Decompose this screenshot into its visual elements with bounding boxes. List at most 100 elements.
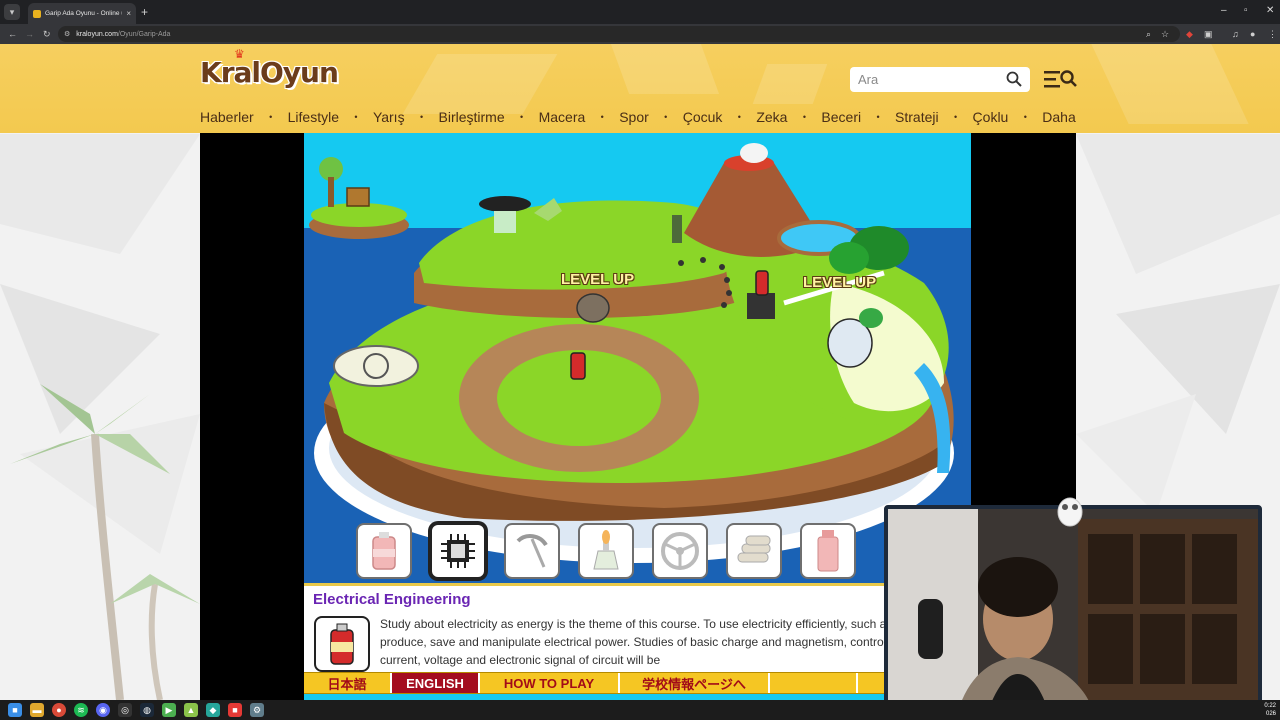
zoom-icon[interactable]: ⌕ (1146, 28, 1151, 40)
os-taskbar: ■ ▬ ● ≋ ◉ ◎ ◍ ▶ ▲ ◆ ■ ⚙ 0:22 026 (0, 700, 1280, 720)
school-info-button[interactable]: 学校情報ページへ (620, 673, 770, 693)
steam-alt-icon[interactable]: ◍ (140, 703, 154, 717)
nav-item-8[interactable]: Beceri (821, 109, 861, 125)
screen: ▾ Garip Ada Oyunu - Online ücre × + – ▫ … (0, 0, 1280, 720)
profile-icon[interactable]: ● (1250, 28, 1255, 40)
new-tab-button[interactable]: + (141, 5, 148, 19)
nav-separator: • (419, 112, 424, 122)
app-green-icon[interactable]: ▲ (184, 703, 198, 717)
forward-icon[interactable]: → (25, 27, 34, 41)
search-input[interactable] (858, 72, 998, 87)
extension-red-icon[interactable]: ◆ (1186, 28, 1193, 40)
webcam-feed (888, 509, 1258, 711)
nav-item-5[interactable]: Spor (619, 109, 649, 125)
steering-wheel-item[interactable] (652, 523, 708, 579)
course-title: Electrical Engineering (313, 591, 471, 608)
webcam-overlay (884, 505, 1262, 715)
bookmark-star-icon[interactable]: ☆ (1161, 28, 1169, 40)
restore-icon[interactable]: ▫ (1244, 4, 1248, 18)
flask-item[interactable] (578, 523, 634, 579)
nav-item-1[interactable]: Lifestyle (288, 109, 339, 125)
level-up-label-1: LEVEL UP (561, 271, 635, 288)
system-clock: 0:22 026 (1264, 702, 1276, 718)
nav-item-10[interactable]: Çoklu (973, 109, 1009, 125)
discord-icon[interactable]: ◉ (96, 703, 110, 717)
logs-icon (737, 535, 771, 563)
nav-separator: • (664, 112, 668, 122)
minimize-icon[interactable]: – (1221, 4, 1227, 18)
game-canvas[interactable]: LEVEL UP LEVEL UP Electrical Engineering… (304, 133, 971, 700)
nav-item-7[interactable]: Zeka (756, 109, 787, 125)
search-box[interactable] (850, 67, 1030, 92)
flask-icon (593, 530, 619, 570)
url-text: kraloyun.com/Oyun/Garip-Ada (76, 31, 170, 38)
nav-separator: • (954, 112, 958, 122)
menu-search-icon[interactable] (1044, 69, 1078, 89)
course-info-panel: Electrical Engineering Study about elect… (304, 583, 971, 672)
pickaxe-item[interactable] (504, 523, 560, 579)
chip-icon (441, 534, 475, 568)
reload-icon[interactable]: ↻ (43, 27, 51, 41)
chrome-icon[interactable]: ● (52, 703, 66, 717)
pickaxe-icon (516, 534, 548, 568)
url-bar[interactable]: ⚙ kraloyun.com/Oyun/Garip-Ada (58, 26, 1180, 42)
canister-item[interactable] (800, 523, 856, 579)
start-icon[interactable]: ■ (8, 703, 22, 717)
logo-text: KralOyun (200, 56, 339, 89)
browser-tab[interactable]: Garip Ada Oyunu - Online ücre × (28, 3, 136, 24)
nav-item-2[interactable]: Yarış (373, 109, 405, 125)
nav-item-6[interactable]: Çocuk (683, 109, 723, 125)
tab-title: Garip Ada Oyunu - Online ücre (45, 10, 122, 17)
tab-close-icon[interactable]: × (126, 9, 131, 18)
browser-address-bar: ← → ↻ ⚙ kraloyun.com/Oyun/Garip-Ada ⌕ ☆ … (0, 24, 1280, 44)
play-icon[interactable]: ▶ (162, 703, 176, 717)
spotify-icon[interactable]: ≋ (74, 703, 88, 717)
nav-separator: • (520, 112, 524, 122)
logs-item[interactable] (726, 523, 782, 579)
clock-time: 0:22 (1264, 703, 1276, 709)
battery-item[interactable] (356, 523, 412, 579)
site-header: ♛ KralOyun Haberler • Lifestyle • Yarış • Birl… (0, 44, 1280, 133)
search-icon[interactable] (1006, 71, 1022, 87)
site-logo[interactable]: ♛ KralOyun (200, 47, 339, 89)
window-close-icon[interactable]: ✕ (1266, 4, 1274, 18)
url-host: kraloyun.com (76, 30, 118, 38)
nav-separator: • (354, 112, 358, 122)
clock-date: 026 (1265, 711, 1276, 717)
nav-separator: • (737, 112, 741, 122)
nav-item-0[interactable]: Haberler (200, 109, 254, 125)
steering-wheel-icon (661, 532, 699, 570)
app-teal-icon[interactable]: ◆ (206, 703, 220, 717)
course-battery-icon (314, 616, 370, 672)
app-red-icon[interactable]: ■ (228, 703, 242, 717)
blank-button[interactable] (770, 673, 858, 693)
nav-item-11[interactable]: Daha (1042, 109, 1075, 125)
nav-item-9[interactable]: Strateji (895, 109, 939, 125)
site-info-icon[interactable]: ⚙ (64, 30, 70, 38)
extensions-icon[interactable]: ▣ (1204, 28, 1213, 40)
category-nav: Haberler • Lifestyle • Yarış • Birleştirme • Mac… (200, 107, 1076, 127)
battery-icon (372, 532, 396, 570)
tab-favicon-icon (33, 9, 41, 18)
island-map (304, 133, 971, 583)
url-path: /Oyun/Garip-Ada (117, 30, 171, 38)
back-icon[interactable]: ← (8, 27, 17, 41)
english-button[interactable]: ENGLISH (392, 673, 480, 693)
nav-separator: • (600, 112, 604, 122)
media-icon[interactable]: ♫ (1232, 28, 1239, 40)
nav-item-4[interactable]: Macera (539, 109, 586, 125)
owl-logo-icon (1057, 497, 1083, 527)
canister-icon (817, 530, 839, 572)
how-to-play-button[interactable]: HOW TO PLAY (480, 673, 620, 693)
tab-search-button[interactable]: ▾ (4, 4, 20, 20)
nav-separator: • (802, 112, 807, 122)
chip-item[interactable] (430, 523, 486, 579)
japanese-button[interactable]: 日本語 (304, 673, 392, 693)
steam-icon[interactable]: ◎ (118, 703, 132, 717)
nav-separator: • (1023, 112, 1027, 122)
crown-icon: ♛ (234, 47, 245, 61)
browser-menu-icon[interactable]: ⋮ (1268, 28, 1277, 40)
nav-item-3[interactable]: Birleştirme (439, 109, 505, 125)
file-explorer-icon[interactable]: ▬ (30, 703, 44, 717)
settings-icon[interactable]: ⚙ (250, 703, 264, 717)
